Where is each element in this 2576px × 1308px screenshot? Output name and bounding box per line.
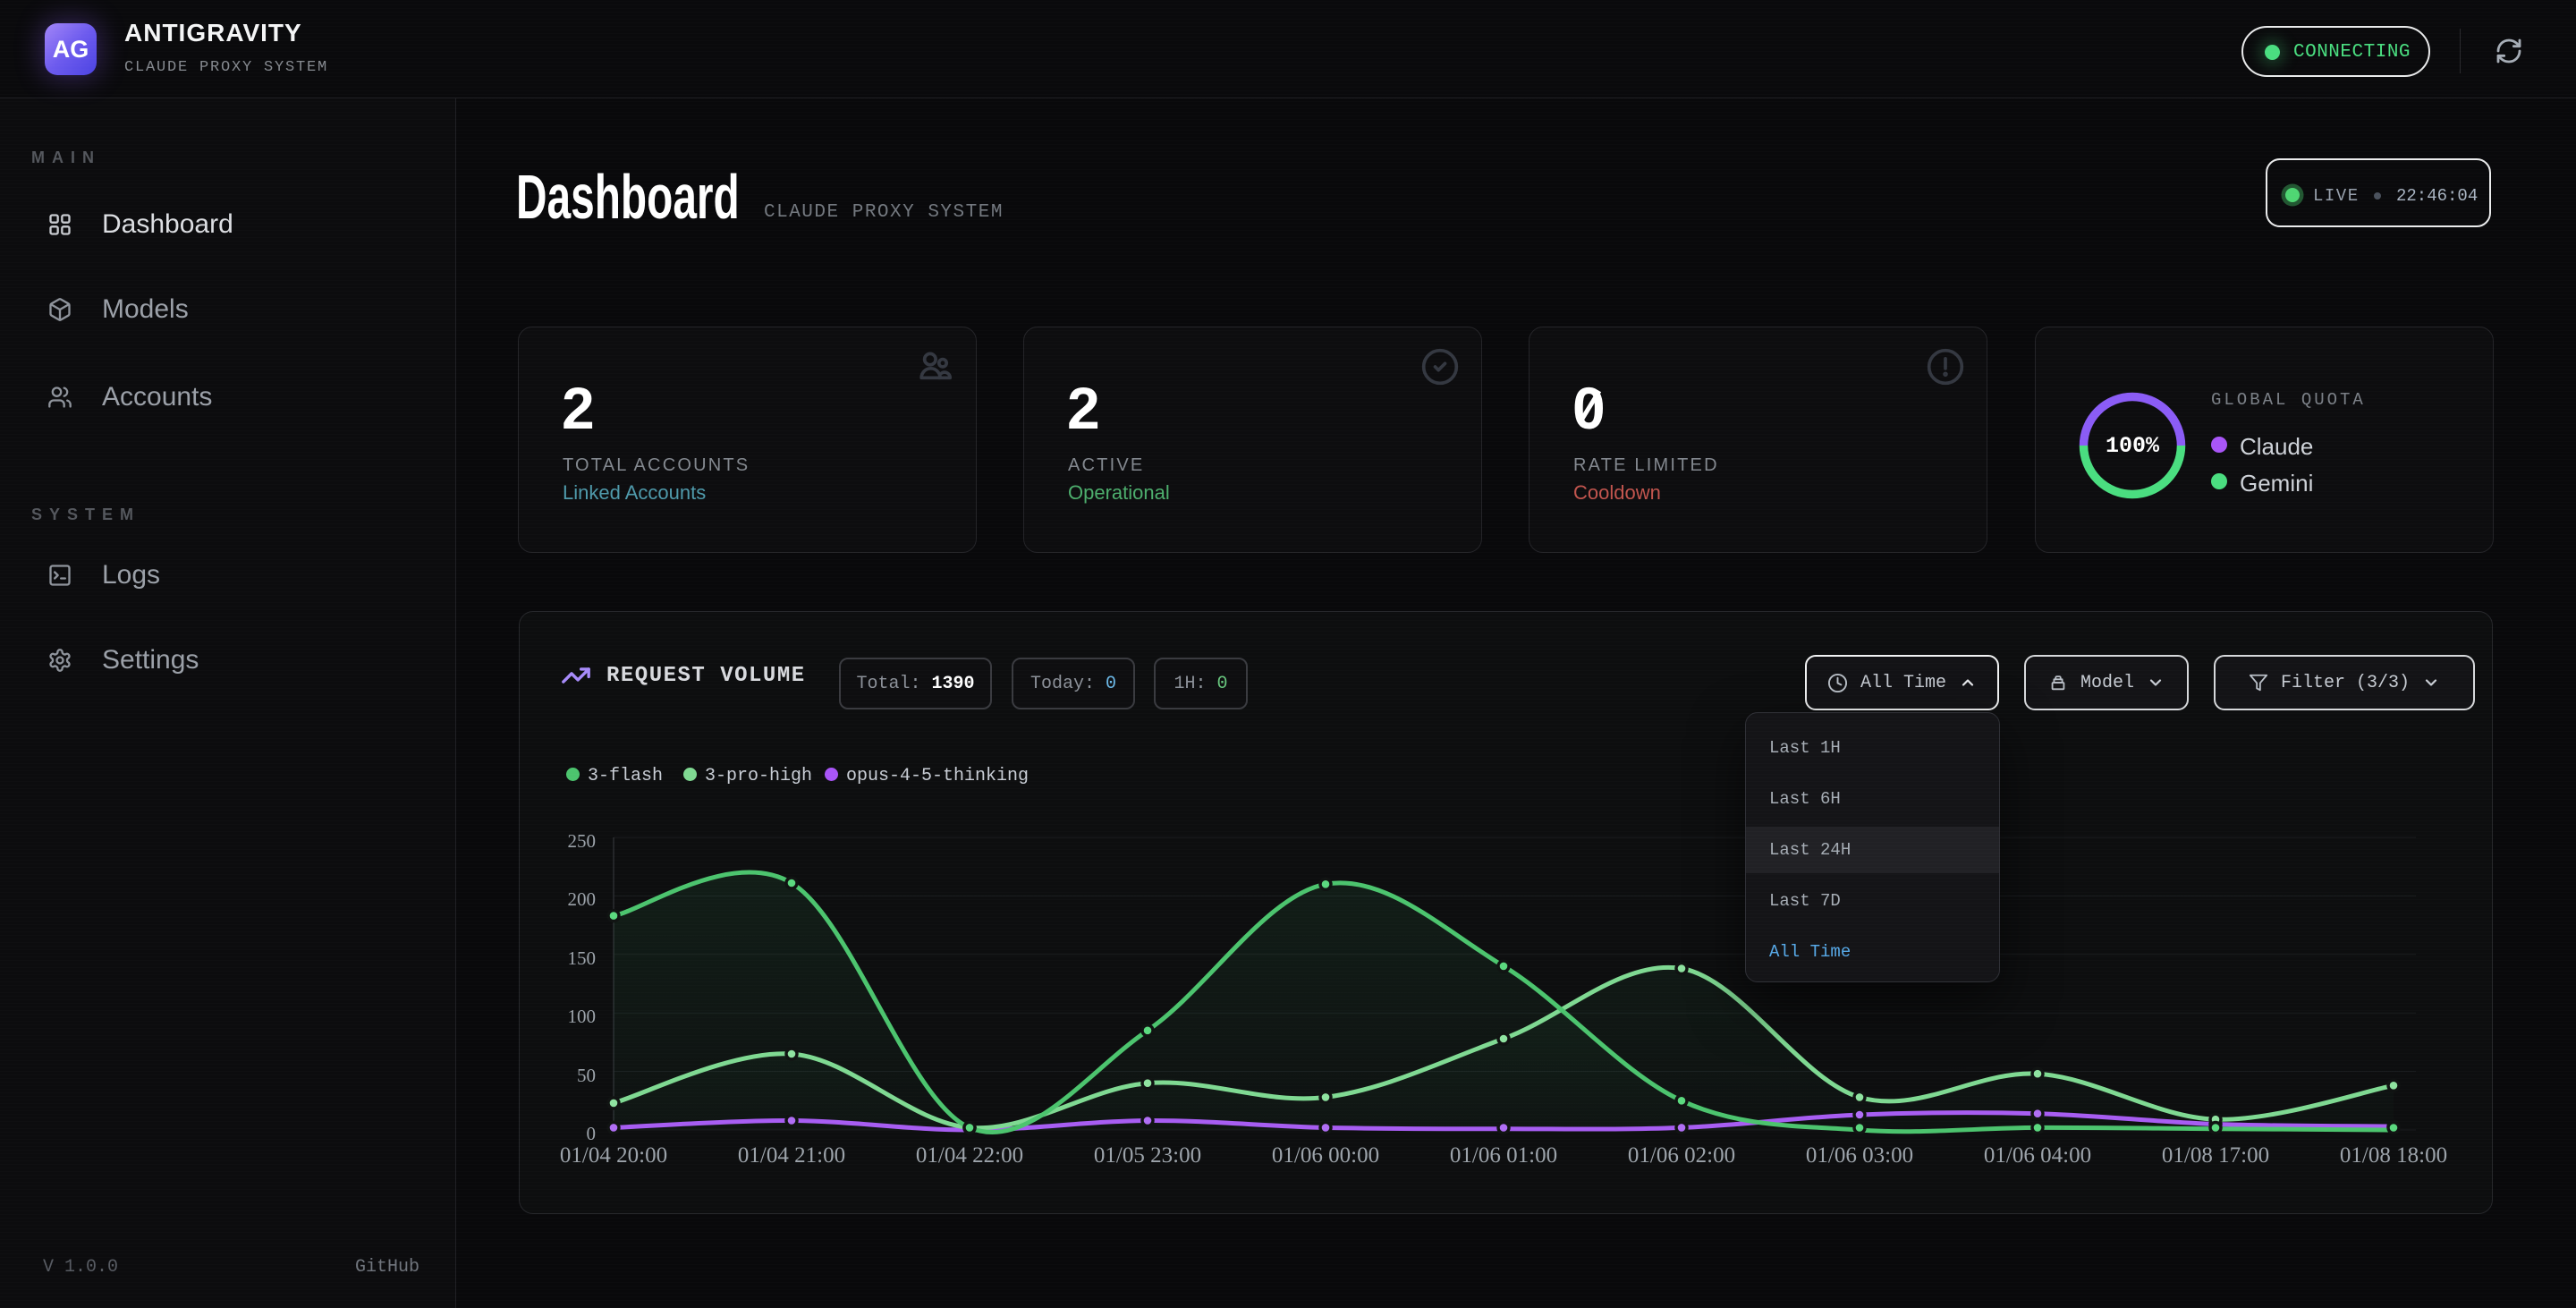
- svg-text:01/04 21:00: 01/04 21:00: [738, 1143, 845, 1168]
- svg-text:01/05 23:00: 01/05 23:00: [1094, 1143, 1201, 1168]
- svg-text:01/06 04:00: 01/06 04:00: [1984, 1143, 2091, 1168]
- svg-text:01/06 01:00: 01/06 01:00: [1450, 1143, 1557, 1168]
- svg-text:01/04 20:00: 01/04 20:00: [560, 1143, 667, 1168]
- svg-text:150: 150: [568, 947, 597, 969]
- svg-text:200: 200: [568, 888, 597, 910]
- svg-text:01/06 03:00: 01/06 03:00: [1806, 1143, 1913, 1168]
- svg-text:250: 250: [568, 830, 597, 852]
- svg-text:01/08 18:00: 01/08 18:00: [2340, 1143, 2447, 1168]
- svg-text:01/08 17:00: 01/08 17:00: [2162, 1143, 2269, 1168]
- svg-text:01/06 00:00: 01/06 00:00: [1272, 1143, 1379, 1168]
- svg-text:01/06 02:00: 01/06 02:00: [1628, 1143, 1735, 1168]
- svg-text:100: 100: [568, 1006, 597, 1027]
- svg-text:0: 0: [587, 1123, 597, 1144]
- svg-text:01/04 22:00: 01/04 22:00: [916, 1143, 1023, 1168]
- svg-text:50: 50: [577, 1065, 596, 1086]
